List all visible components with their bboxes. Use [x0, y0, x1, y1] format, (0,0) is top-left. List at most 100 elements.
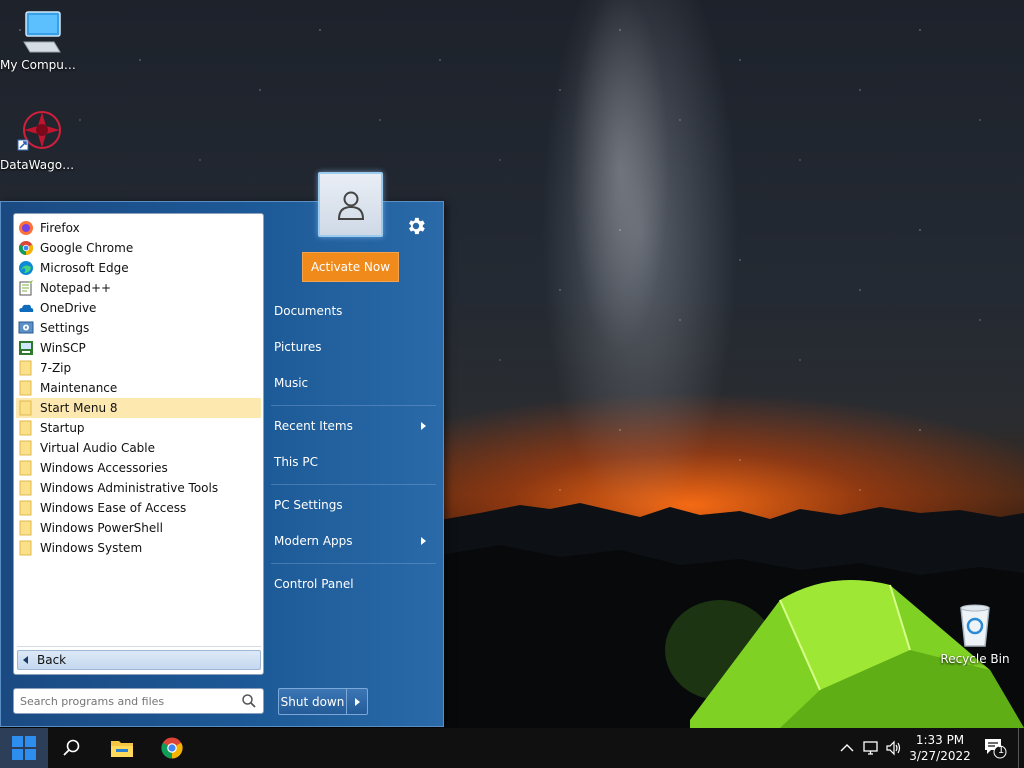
program-windows-powershell-folder[interactable]: Windows PowerShell [16, 518, 261, 538]
chevron-up-icon [840, 744, 854, 752]
action-center-button[interactable]: 1 [982, 738, 1008, 759]
program-label: Startup [40, 421, 85, 435]
folder-icon [19, 380, 32, 396]
volume-tray-button[interactable] [884, 738, 904, 758]
taskbar-clock[interactable]: 1:33 PM 3/27/2022 [905, 732, 975, 764]
program-onedrive[interactable]: OneDrive [16, 298, 261, 318]
programs-divider [17, 646, 261, 647]
taskbar-file-explorer[interactable] [98, 728, 146, 768]
folder-icon [19, 520, 32, 536]
chevron-right-icon [421, 537, 426, 545]
program-microsoft-edge[interactable]: Microsoft Edge [16, 258, 261, 278]
program-label: Windows Administrative Tools [40, 481, 219, 495]
taskbar: 1:33 PM 3/27/2022 1 [0, 728, 1024, 768]
folder-icon [19, 460, 32, 476]
program-label: Windows Accessories [40, 461, 168, 475]
program-7zip-folder[interactable]: 7-Zip [16, 358, 261, 378]
program-maintenance-folder[interactable]: Maintenance [16, 378, 261, 398]
desktop-icon-recycle-bin[interactable]: Recycle Bin [935, 602, 1015, 666]
program-windows-system-folder[interactable]: Windows System [16, 538, 261, 558]
edge-icon [19, 261, 33, 275]
start-menu: Firefox Google Chrome Microsoft Edge Not… [0, 172, 444, 727]
program-virtual-audio-cable-folder[interactable]: Virtual Audio Cable [16, 438, 261, 458]
taskbar-search-button[interactable] [48, 728, 96, 768]
right-item-label: Music [274, 376, 309, 390]
shutdown-options-button[interactable] [347, 689, 367, 714]
firefox-icon [19, 221, 33, 235]
right-divider [271, 563, 436, 564]
desktop-icon-my-computer[interactable]: My Computer [0, 8, 80, 72]
user-icon [337, 191, 364, 220]
right-item-label: Pictures [274, 340, 322, 354]
clock-date: 3/27/2022 [909, 749, 971, 763]
program-label: Windows Ease of Access [40, 501, 187, 515]
desktop-icon-datawagon[interactable]: DataWagon... [0, 108, 80, 172]
right-item-label: Recent Items [274, 419, 353, 433]
right-item-music[interactable]: Music [274, 371, 434, 395]
right-item-this-pc[interactable]: This PC [274, 450, 434, 474]
user-avatar[interactable] [318, 172, 383, 237]
search-icon[interactable] [241, 693, 257, 709]
right-divider [271, 405, 436, 406]
winscp-icon [19, 341, 33, 355]
right-item-documents[interactable]: Documents [274, 299, 434, 323]
back-button-label: Back [37, 653, 67, 667]
start-button[interactable] [0, 728, 48, 768]
desktop-icon-label: DataWagon... [0, 158, 80, 172]
taskbar-chrome[interactable] [148, 728, 196, 768]
desktop-icon-label: Recycle Bin [940, 652, 1010, 666]
right-item-recent-items[interactable]: Recent Items [274, 414, 434, 438]
back-button[interactable]: Back [17, 650, 261, 670]
right-item-control-panel[interactable]: Control Panel [274, 572, 434, 596]
speaker-icon [886, 740, 901, 756]
chrome-icon [18, 241, 34, 256]
search-input[interactable] [20, 694, 230, 708]
shutdown-button[interactable]: Shut down [279, 689, 347, 714]
chevron-right-icon [354, 697, 360, 706]
program-label: Windows System [40, 541, 143, 555]
show-hidden-icons-button[interactable] [837, 738, 857, 758]
program-winscp[interactable]: WinSCP [16, 338, 261, 358]
back-arrow-icon [23, 656, 28, 664]
chrome-icon [161, 737, 183, 759]
right-item-pictures[interactable]: Pictures [274, 335, 434, 359]
program-label: 7-Zip [40, 361, 72, 375]
program-label: Notepad++ [40, 281, 112, 295]
program-windows-ease-of-access-folder[interactable]: Windows Ease of Access [16, 498, 261, 518]
notification-count: 1 [997, 745, 1005, 756]
right-item-pc-settings[interactable]: PC Settings [274, 493, 434, 517]
activate-now-button[interactable]: Activate Now [302, 252, 399, 282]
search-box[interactable] [13, 688, 264, 714]
folder-icon [19, 480, 32, 496]
program-label: Virtual Audio Cable [40, 441, 156, 455]
shutdown-control: Shut down [278, 688, 368, 715]
search-icon [63, 739, 80, 756]
program-google-chrome[interactable]: Google Chrome [16, 238, 261, 258]
program-label: Maintenance [40, 381, 118, 395]
program-start-menu-8-folder[interactable]: Start Menu 8 [16, 398, 261, 418]
program-notepadpp[interactable]: Notepad++ [16, 278, 261, 298]
programs-list: Firefox Google Chrome Microsoft Edge Not… [13, 213, 264, 675]
computer-icon [16, 8, 64, 56]
right-item-label: Control Panel [274, 577, 354, 591]
right-item-label: PC Settings [274, 498, 343, 512]
gear-icon[interactable] [405, 215, 427, 237]
network-tray-button[interactable] [861, 738, 881, 758]
program-label: WinSCP [40, 341, 86, 355]
program-windows-accessories-folder[interactable]: Windows Accessories [16, 458, 261, 478]
program-firefox[interactable]: Firefox [16, 218, 261, 238]
chevron-right-icon [421, 422, 426, 430]
folder-icon [19, 360, 32, 376]
program-windows-admin-tools-folder[interactable]: Windows Administrative Tools [16, 478, 261, 498]
program-label: Windows PowerShell [40, 521, 163, 535]
right-item-label: Modern Apps [274, 534, 353, 548]
program-label: Start Menu 8 [40, 401, 118, 415]
program-label: Settings [40, 321, 90, 335]
program-label: Google Chrome [40, 241, 134, 255]
folder-icon [19, 420, 32, 436]
folder-icon [19, 540, 32, 556]
program-startup-folder[interactable]: Startup [16, 418, 261, 438]
show-desktop-button[interactable] [1018, 728, 1019, 768]
program-settings[interactable]: Settings [16, 318, 261, 338]
right-item-modern-apps[interactable]: Modern Apps [274, 529, 434, 553]
